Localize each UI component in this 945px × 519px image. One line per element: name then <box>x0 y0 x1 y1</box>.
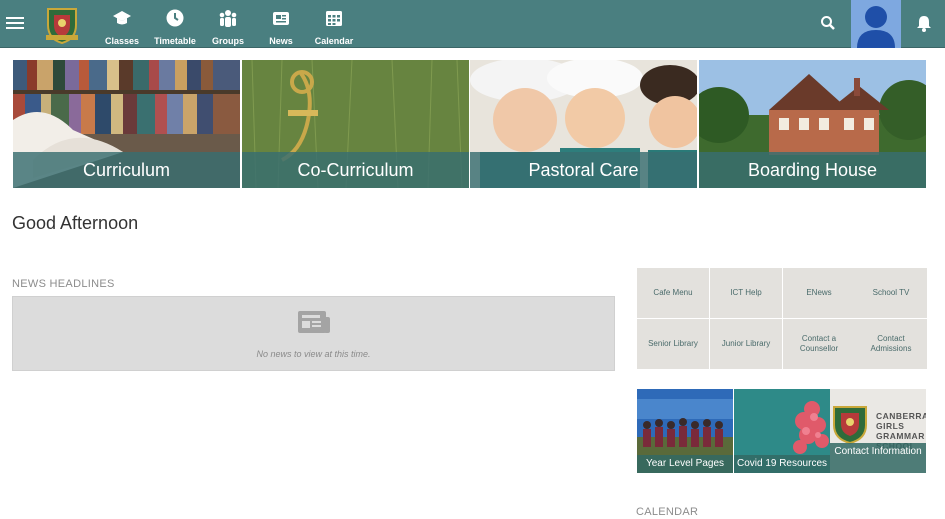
quick-link-cafe-menu[interactable]: Cafe Menu <box>637 268 709 318</box>
user-avatar[interactable] <box>851 0 901 48</box>
avatar-silhouette-icon <box>857 6 895 48</box>
nav-groups[interactable]: Groups <box>198 8 258 49</box>
quick-link-senior-library[interactable]: Senior Library <box>637 319 709 369</box>
quick-link-ict-help[interactable]: ICT Help <box>710 268 782 318</box>
hero-tile-co-curriculum[interactable]: Co-Curriculum <box>242 60 469 188</box>
hero-caption: Co-Curriculum <box>242 152 469 188</box>
nav-label: Classes <box>104 36 140 46</box>
school-crest-logo[interactable] <box>44 3 80 45</box>
hero-caption: Pastoral Care <box>470 152 697 188</box>
quick-link-enews[interactable]: ENews <box>783 268 855 318</box>
graduation-cap-icon <box>113 11 131 25</box>
promo-tile-contact-information[interactable]: CANBERRA GIRLS GRAMMAR SCHOOL Contact In… <box>830 389 926 473</box>
promo-caption: Year Level Pages <box>637 455 733 473</box>
news-empty-panel: No news to view at this time. <box>12 296 615 371</box>
promo-tile-year-level-pages[interactable]: Year Level Pages <box>637 389 733 473</box>
calendar-title: CALENDAR <box>636 506 699 518</box>
news-headlines-title: NEWS HEADLINES <box>12 278 115 290</box>
quick-link-contact-admissions[interactable]: Contact Admissions <box>855 319 927 369</box>
newspaper-icon <box>298 311 330 333</box>
hero-caption: Boarding House <box>699 152 926 188</box>
nav-calendar[interactable]: Calendar <box>304 8 364 49</box>
promo-caption: Contact Information <box>830 443 926 473</box>
quick-link-junior-library[interactable]: Junior Library <box>710 319 782 369</box>
news-empty-message: No news to view at this time. <box>256 349 371 359</box>
newspaper-icon <box>273 12 289 25</box>
calendar-icon <box>326 11 342 26</box>
clock-icon <box>166 9 184 27</box>
top-navigation-bar: Classes Timetable Groups News Calendar <box>0 0 945 48</box>
nav-news[interactable]: News <box>251 8 311 49</box>
greeting-heading: Good Afternoon <box>12 213 139 233</box>
hero-tile-curriculum[interactable]: Curriculum <box>13 60 240 188</box>
quick-link-contact-counsellor[interactable]: Contact a Counsellor <box>783 319 855 369</box>
hamburger-menu-icon[interactable] <box>6 14 24 32</box>
promo-tile-covid-resources[interactable]: Covid 19 Resources <box>734 389 830 473</box>
hero-tile-pastoral-care[interactable]: Pastoral Care <box>470 60 697 188</box>
nav-label: Calendar <box>314 36 354 46</box>
nav-label: Groups <box>211 36 244 46</box>
promo-caption: Covid 19 Resources <box>734 455 830 473</box>
people-icon <box>219 10 237 27</box>
nav-classes[interactable]: Classes <box>92 8 152 49</box>
nav-timetable[interactable]: Timetable <box>145 8 205 49</box>
bell-icon[interactable] <box>915 13 933 33</box>
search-icon[interactable] <box>819 14 837 32</box>
quick-link-school-tv[interactable]: School TV <box>855 268 927 318</box>
nav-label: News <box>269 36 293 46</box>
nav-label: Timetable <box>154 36 196 46</box>
hero-caption: Curriculum <box>13 152 240 188</box>
hero-tile-boarding-house[interactable]: Boarding House <box>699 60 926 188</box>
